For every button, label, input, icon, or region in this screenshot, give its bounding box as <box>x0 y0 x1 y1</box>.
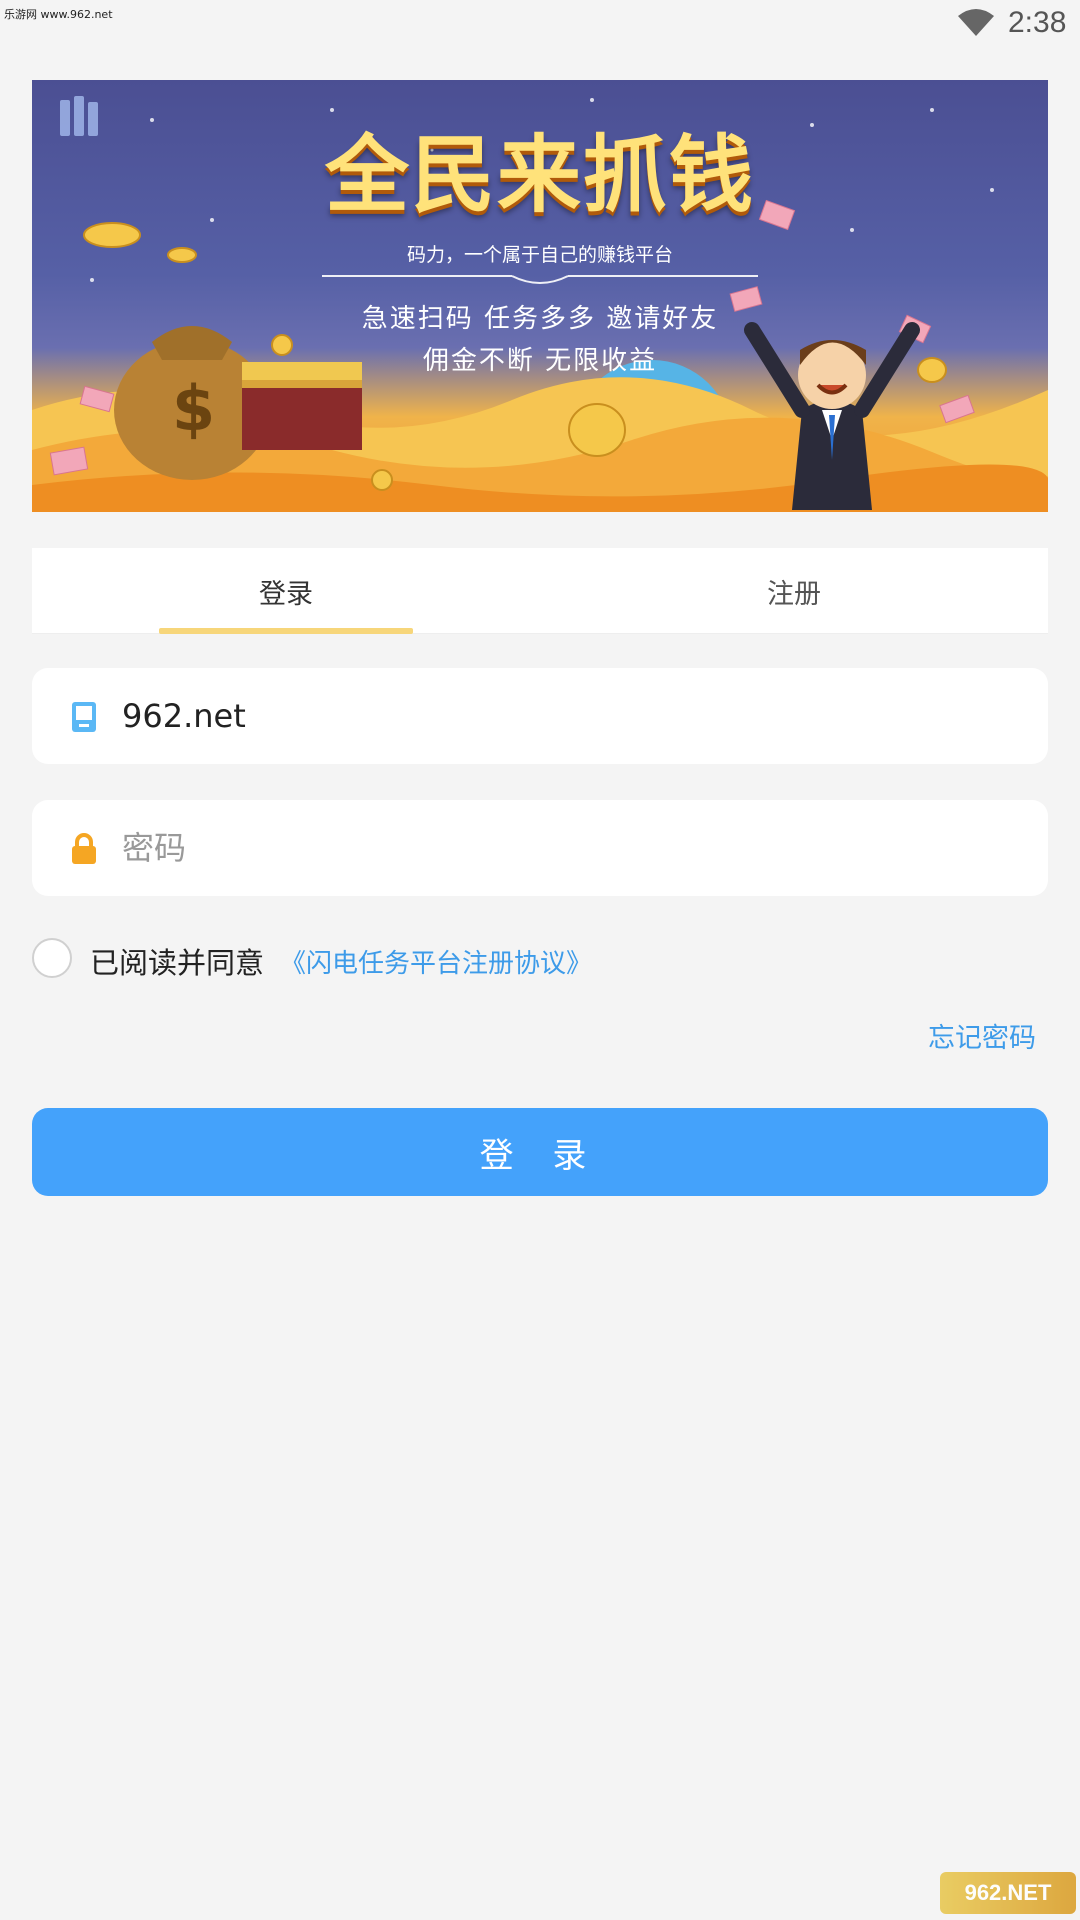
active-tab-indicator <box>159 628 413 634</box>
account-input[interactable] <box>122 668 1002 764</box>
watermark-logo: 962.NET <box>940 1872 1076 1914</box>
phone-icon <box>72 702 96 732</box>
login-button[interactable]: 登 录 <box>32 1108 1048 1196</box>
agreement-link[interactable]: 《闪电任务平台注册协议》 <box>280 943 592 980</box>
auth-tabs: 登录 注册 <box>32 548 1048 634</box>
banner-slogan-1: 急速扫码 任务多多 邀请好友 <box>361 304 719 334</box>
status-bar: 乐游网 www.962.net 2:38 <box>0 0 1080 50</box>
agreement-text: 已阅读并同意 <box>90 946 265 980</box>
password-input[interactable] <box>122 800 1002 896</box>
svg-text:$: $ <box>172 372 215 445</box>
tab-register[interactable]: 注册 <box>667 548 921 634</box>
agreement-row: 已阅读并同意 《闪电任务平台注册协议》 <box>32 936 932 980</box>
account-field[interactable] <box>32 668 1048 764</box>
agreement-checkbox[interactable] <box>32 938 72 978</box>
watermark-text: 乐游网 www.962.net <box>4 8 113 21</box>
tab-login[interactable]: 登录 <box>159 548 413 634</box>
banner-subtitle: 码力，一个属于自己的赚钱平台 <box>406 244 673 266</box>
wifi-icon <box>958 9 994 36</box>
banner-slogan-2: 佣金不断 无限收益 <box>422 346 658 376</box>
banner-title: 全民来抓钱 <box>324 126 755 224</box>
promo-banner[interactable]: $ 全民来抓钱 码力，一个属于自己的赚钱平台 急速扫码 任务多多 邀请好友 佣金… <box>32 80 1048 512</box>
forgot-password-link[interactable]: 忘记密码 <box>928 1016 1036 1055</box>
clock: 2:38 <box>1008 6 1067 39</box>
lock-icon <box>72 833 96 864</box>
password-field[interactable] <box>32 800 1048 896</box>
